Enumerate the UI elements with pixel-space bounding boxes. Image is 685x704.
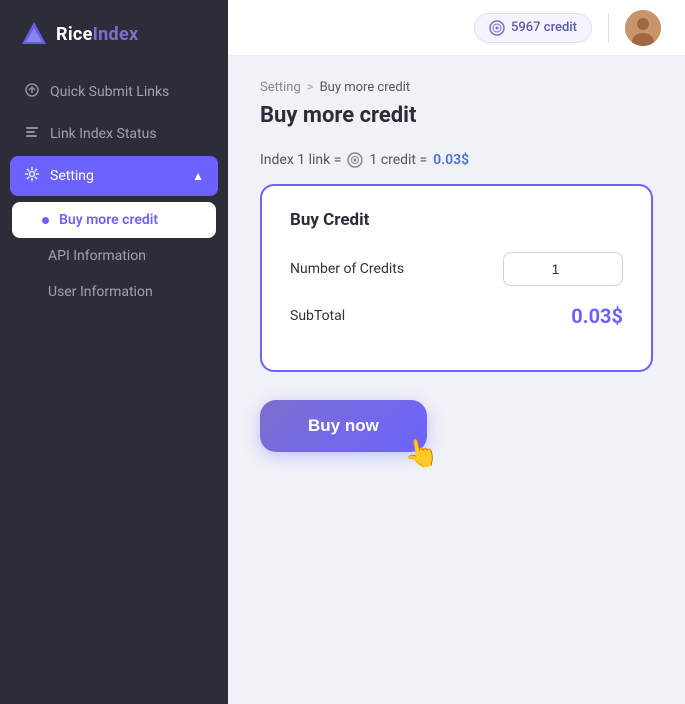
quick-submit-icon xyxy=(24,82,40,102)
active-dot xyxy=(42,217,49,224)
subtotal-label: SubTotal xyxy=(290,308,345,324)
sidebar-item-quick-submit[interactable]: Quick Submit Links xyxy=(10,72,218,112)
sidebar-navigation: Quick Submit Links Link Index Status xyxy=(0,72,228,314)
number-of-credits-label: Number of Credits xyxy=(290,261,404,277)
user-information-label: User Information xyxy=(48,284,153,300)
chevron-up-icon: ▲ xyxy=(192,169,204,183)
credit-icon xyxy=(489,20,505,36)
info-credit: 1 credit = xyxy=(369,152,427,168)
subtotal-row: SubTotal 0.03$ xyxy=(290,304,623,328)
buy-now-label: Buy now xyxy=(308,416,379,436)
breadcrumb-parent: Setting xyxy=(260,80,301,95)
header-divider xyxy=(608,13,609,43)
breadcrumb-separator: > xyxy=(307,80,314,95)
logo-icon xyxy=(20,20,48,48)
subtotal-value: 0.03$ xyxy=(571,304,623,328)
avatar-image xyxy=(625,10,661,46)
buy-credit-card: Buy Credit Number of Credits SubTotal 0.… xyxy=(260,184,653,372)
buy-more-credit-label: Buy more credit xyxy=(59,212,158,228)
breadcrumb-current: Buy more credit xyxy=(320,80,411,95)
setting-sub-nav: Buy more credit API Information User Inf… xyxy=(10,198,218,314)
link-index-label: Link Index Status xyxy=(50,126,157,142)
page-body: Setting > Buy more credit Buy more credi… xyxy=(228,56,685,704)
sidebar-item-link-index[interactable]: Link Index Status xyxy=(10,114,218,154)
setting-label: Setting xyxy=(50,168,94,184)
sidebar-item-buy-more-credit[interactable]: Buy more credit xyxy=(12,202,216,238)
number-of-credits-input[interactable] xyxy=(503,252,623,286)
sidebar-item-api-information[interactable]: API Information xyxy=(10,238,218,274)
credit-badge[interactable]: 5967 credit xyxy=(474,13,592,43)
buy-now-button[interactable]: Buy now 👆 xyxy=(260,400,427,452)
credit-small-icon xyxy=(347,152,363,168)
cursor-emoji: 👆 xyxy=(401,434,441,473)
avatar[interactable] xyxy=(625,10,661,46)
page-title: Buy more credit xyxy=(260,103,653,128)
info-price: 0.03$ xyxy=(433,152,469,168)
breadcrumb: Setting > Buy more credit xyxy=(260,80,653,95)
sidebar-item-user-information[interactable]: User Information xyxy=(10,274,218,310)
quick-submit-label: Quick Submit Links xyxy=(50,84,169,100)
credit-amount: 5967 credit xyxy=(511,20,577,35)
setting-icon xyxy=(24,166,40,186)
info-text: Index 1 link = xyxy=(260,152,341,168)
api-information-label: API Information xyxy=(48,248,146,264)
logo-text: RiceIndex xyxy=(56,24,138,45)
info-line: Index 1 link = 1 credit = 0.03$ xyxy=(260,152,653,168)
credits-row: Number of Credits xyxy=(290,252,623,286)
sidebar-item-setting[interactable]: Setting ▲ xyxy=(10,156,218,196)
sidebar: RiceIndex Quick Submit Links xyxy=(0,0,228,704)
buy-card-title: Buy Credit xyxy=(290,210,623,230)
header: 5967 credit xyxy=(228,0,685,56)
link-index-icon xyxy=(24,124,40,144)
main-content: 5967 credit Setting > Buy more credit Bu… xyxy=(228,0,685,704)
logo: RiceIndex xyxy=(0,0,228,72)
